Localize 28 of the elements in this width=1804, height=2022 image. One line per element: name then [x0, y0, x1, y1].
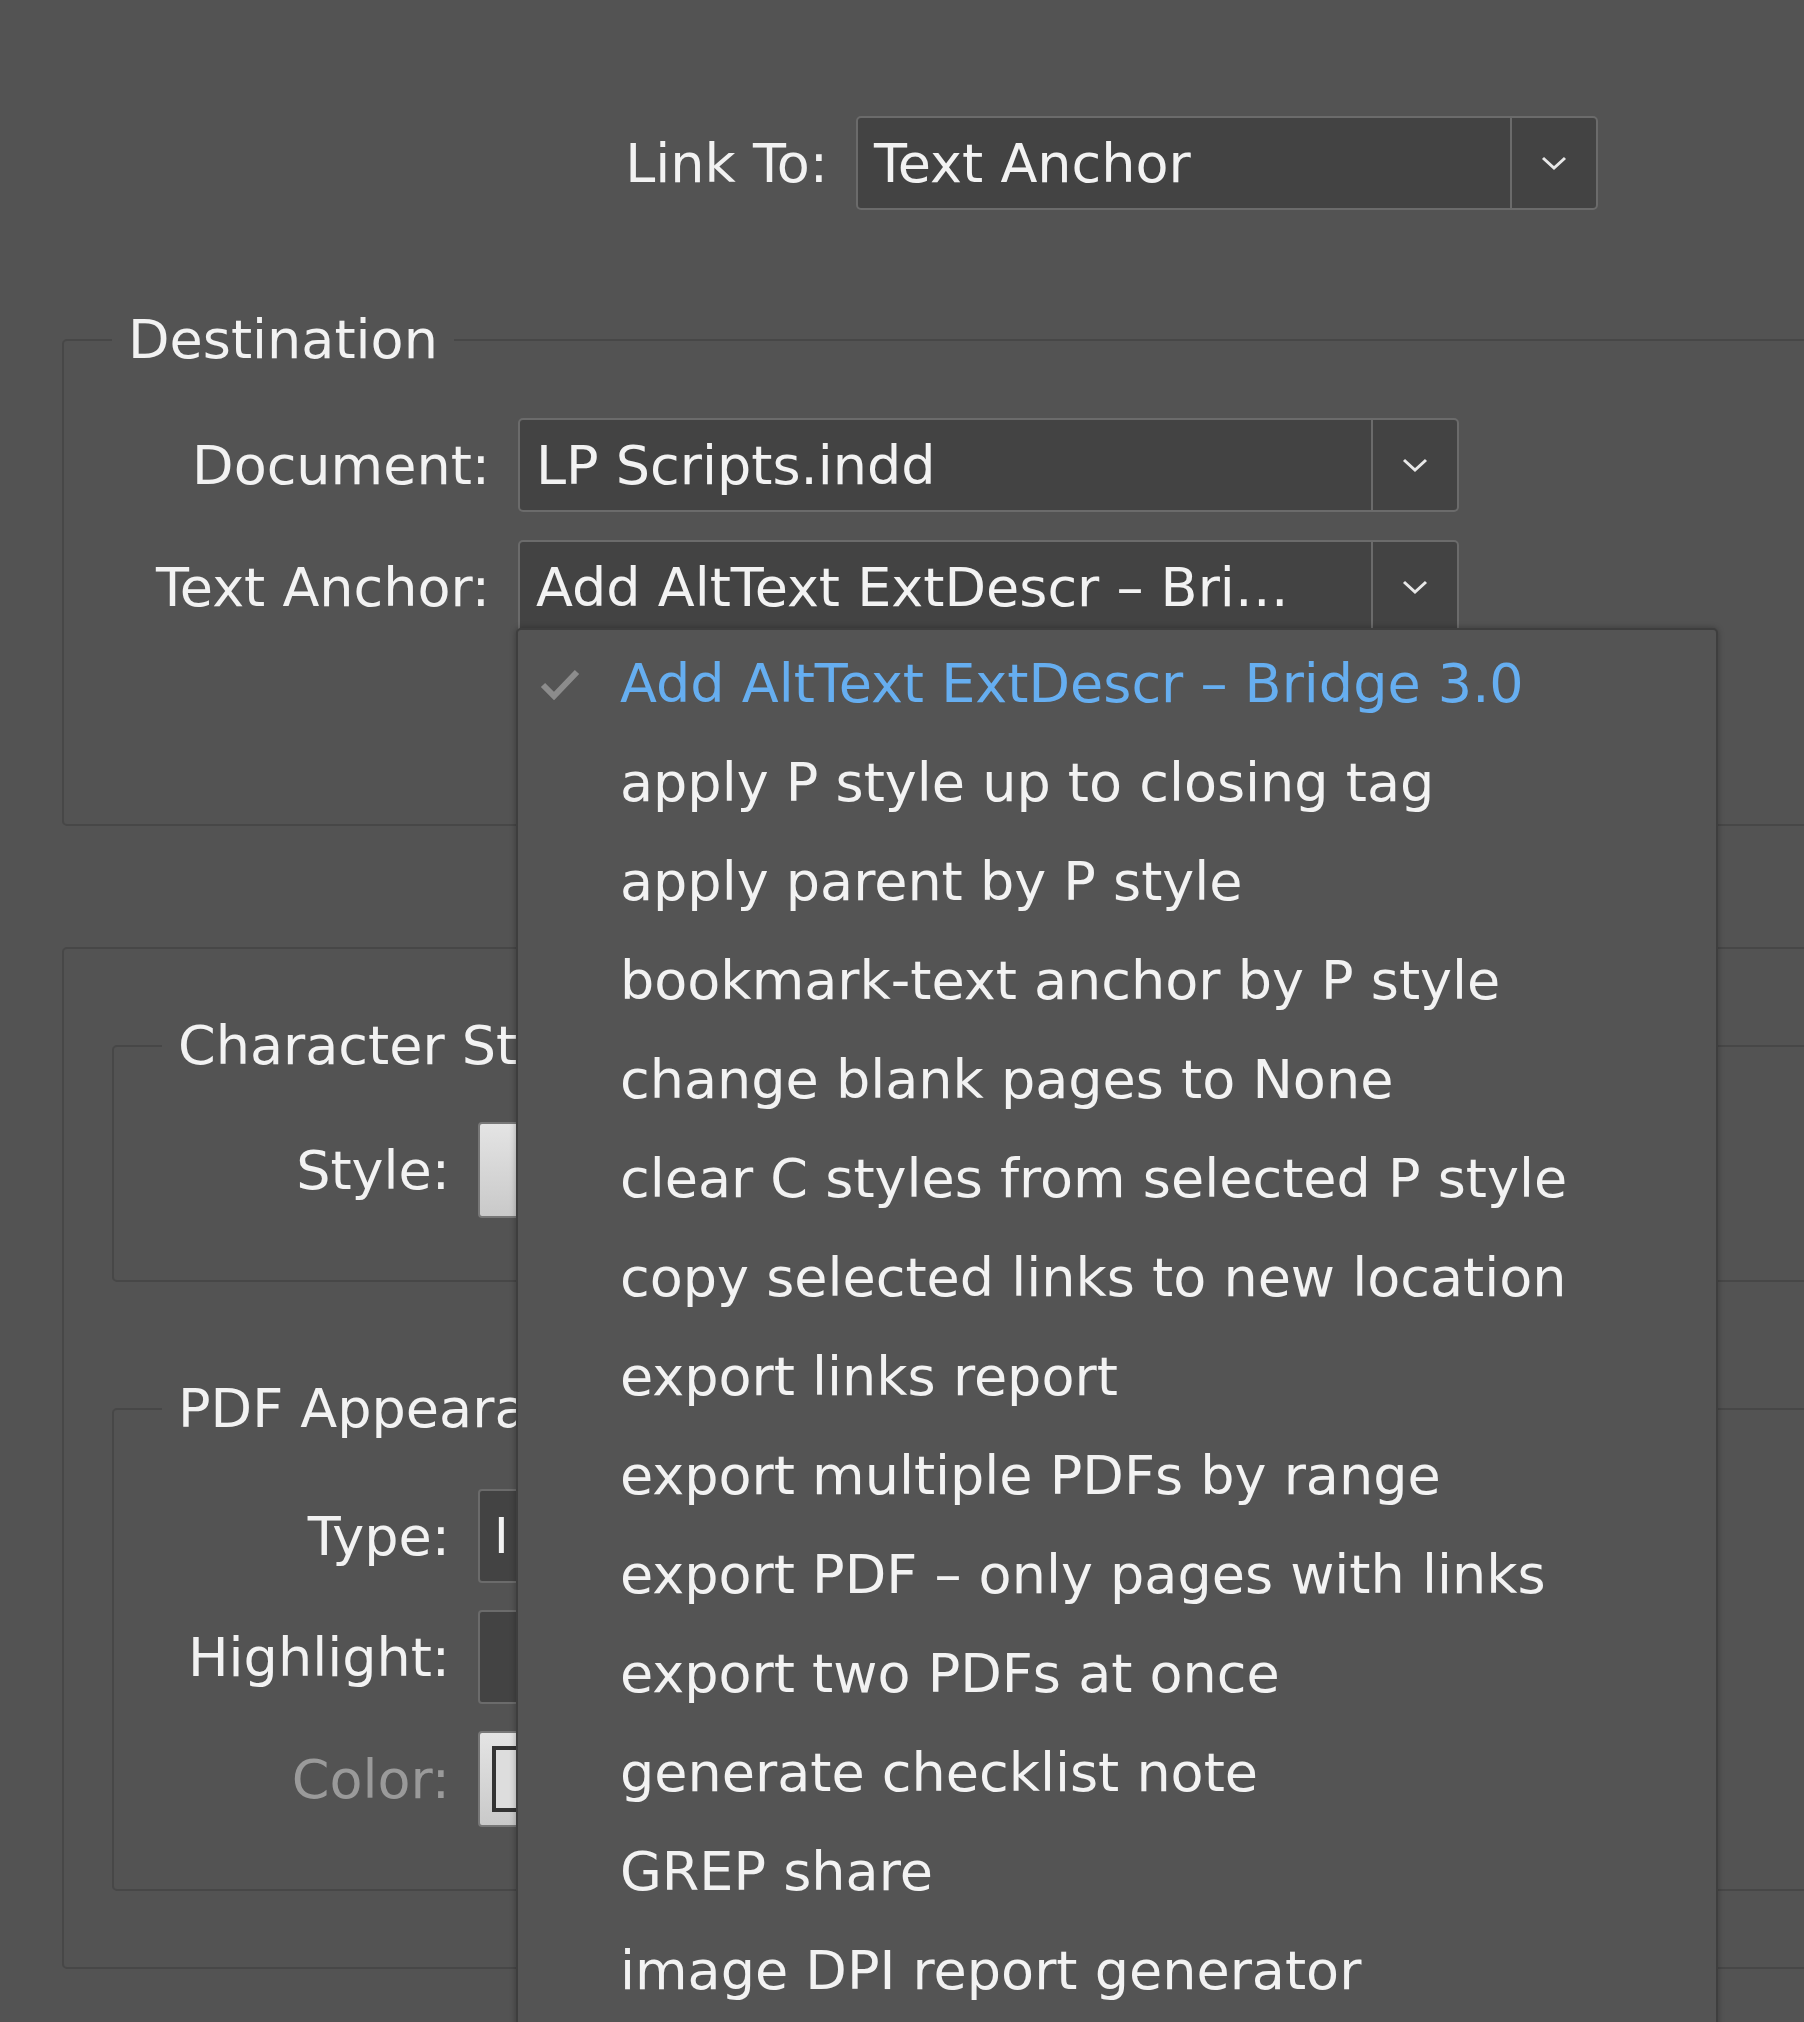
menu-item[interactable]: copy selected links to new location: [518, 1228, 1716, 1327]
field-label: Document:: [191, 433, 490, 497]
field-label: Text Anchor:: [154, 555, 490, 619]
menu-item[interactable]: image DPI report generator: [518, 1921, 1716, 2020]
field-label: Type:: [306, 1504, 450, 1568]
menu-item[interactable]: GREP share: [518, 1822, 1716, 1921]
link-to-dropdown[interactable]: Text Anchor: [856, 116, 1598, 210]
menu-item[interactable]: generate checklist note: [518, 1723, 1716, 1822]
menu-item[interactable]: apply P style up to closing tag: [518, 733, 1716, 832]
menu-item[interactable]: change blank pages to None: [518, 1030, 1716, 1129]
chevron-down-icon: [1402, 579, 1428, 595]
menu-item[interactable]: apply parent by P style: [518, 832, 1716, 931]
field-label: Color:: [290, 1747, 450, 1811]
checkmark-icon: [540, 668, 580, 700]
menu-item[interactable]: export links report: [518, 1327, 1716, 1426]
chevron-down-icon: [1402, 457, 1428, 473]
menu-item[interactable]: export multiple PDFs by range: [518, 1426, 1716, 1525]
field-label: Style:: [295, 1138, 450, 1202]
menu-item[interactable]: export two PDFs at once: [518, 1624, 1716, 1723]
menu-item[interactable]: clear C styles from selected P style: [518, 1129, 1716, 1228]
field-label: Highlight:: [187, 1625, 450, 1689]
menu-item[interactable]: bookmark-text anchor by P style: [518, 931, 1716, 1030]
menu-item[interactable]: export PDF – only pages with links: [518, 1525, 1716, 1624]
group-title: Destination: [127, 308, 439, 371]
chevron-down-icon: [1541, 155, 1567, 171]
group-title: Character St: [177, 1014, 519, 1077]
dropdown[interactable]: LP Scripts.indd: [518, 418, 1459, 512]
link-to-label: Link To:: [624, 131, 828, 195]
